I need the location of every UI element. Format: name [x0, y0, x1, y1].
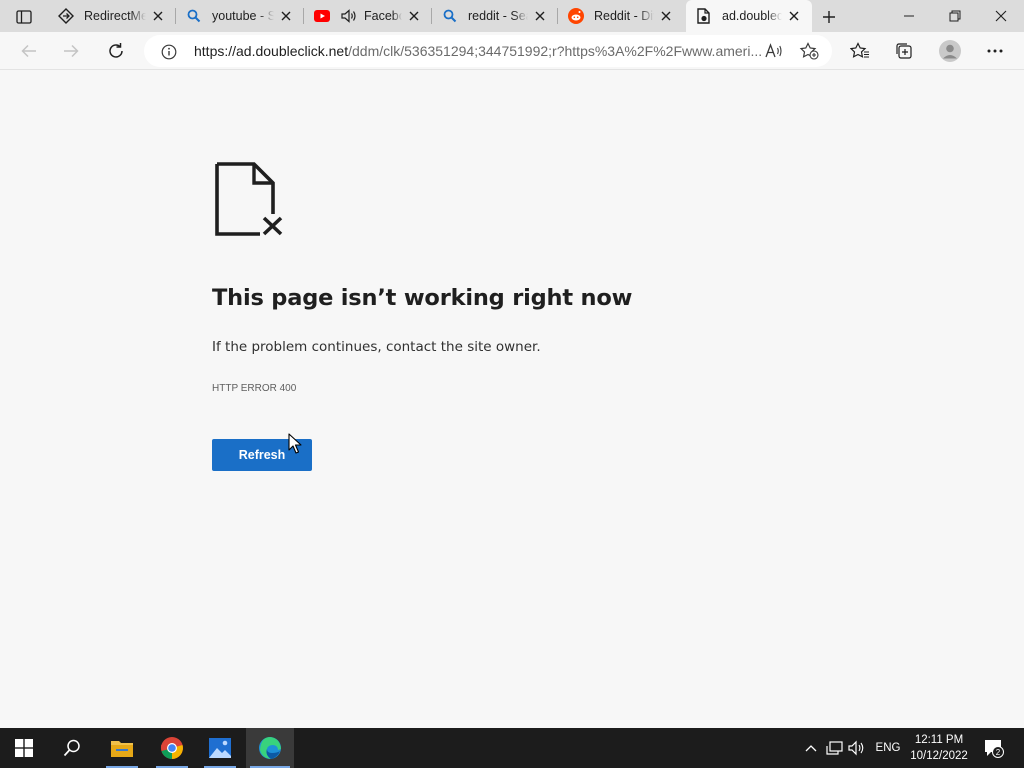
url-host: https://ad.doubleclick.net — [194, 43, 349, 59]
clock[interactable]: 12:11 PM 10/12/2022 — [904, 728, 974, 768]
file-explorer-icon[interactable] — [98, 728, 146, 768]
photos-app-icon[interactable] — [196, 728, 244, 768]
read-aloud-icon[interactable] — [764, 41, 784, 61]
tab-title: reddit - Search — [468, 9, 528, 23]
notifications-icon[interactable]: 2 — [980, 728, 1008, 768]
tab-title: ad.doubleclick.net — [722, 9, 782, 23]
show-hidden-icons-icon[interactable] — [800, 728, 822, 768]
tab-title: RedirectMe — [84, 9, 146, 23]
address-bar[interactable]: https://ad.doubleclick.net/ddm/clk/53635… — [144, 35, 832, 67]
network-icon[interactable] — [824, 728, 846, 768]
page-error-icon — [696, 8, 712, 24]
close-tab-icon[interactable] — [278, 8, 294, 24]
tab-reddit[interactable]: Reddit - Dive into anything — [558, 0, 684, 32]
close-tab-icon[interactable] — [406, 8, 422, 24]
close-window-button[interactable] — [978, 0, 1024, 32]
start-button[interactable] — [0, 728, 48, 768]
browser-toolbar: https://ad.doubleclick.net/ddm/clk/53635… — [0, 32, 1024, 70]
site-info-icon[interactable] — [160, 43, 178, 61]
page-title: This page isn’t working right now — [212, 285, 633, 311]
error-message: If the problem continues, contact the si… — [212, 339, 541, 355]
broken-page-icon — [214, 162, 286, 238]
clock-time: 12:11 PM — [914, 734, 964, 746]
search-icon — [442, 8, 458, 24]
tab-title: Reddit - Dive into anything — [594, 9, 654, 23]
edge-icon[interactable] — [246, 728, 294, 768]
restore-button[interactable] — [932, 0, 978, 32]
reddit-icon — [568, 8, 584, 24]
search-icon[interactable] — [48, 728, 96, 768]
notification-count: 2 — [996, 748, 1001, 757]
speaker-icon[interactable] — [340, 8, 358, 24]
profile-avatar[interactable] — [935, 36, 965, 66]
search-icon — [186, 8, 202, 24]
close-tab-icon[interactable] — [532, 8, 548, 24]
taskbar: ENG 12:11 PM 10/12/2022 2 — [0, 728, 1024, 768]
reload-button[interactable] — [101, 36, 131, 66]
page-content: This page isn’t working right now If the… — [0, 71, 1024, 728]
mouse-cursor-icon — [288, 433, 302, 455]
redirect-icon — [58, 8, 74, 24]
minimize-button[interactable] — [886, 0, 932, 32]
favorites-icon[interactable] — [845, 36, 875, 66]
settings-more-icon[interactable] — [980, 36, 1010, 66]
tab-reddit-search[interactable]: reddit - Search — [432, 0, 558, 32]
tab-facebook[interactable]: Facebook — [304, 0, 432, 32]
tab-doubleclick[interactable]: ad.doubleclick.net — [686, 0, 812, 32]
chrome-icon[interactable] — [148, 728, 196, 768]
close-tab-icon[interactable] — [150, 8, 166, 24]
tab-youtube-search[interactable]: youtube - Search — [176, 0, 304, 32]
collections-icon[interactable] — [889, 36, 919, 66]
new-tab-button[interactable] — [816, 6, 842, 28]
add-favorite-icon[interactable] — [798, 41, 820, 61]
clock-date: 10/12/2022 — [910, 750, 968, 762]
close-tab-icon[interactable] — [658, 8, 674, 24]
tab-actions-menu-icon[interactable] — [8, 6, 40, 28]
url-text[interactable]: https://ad.doubleclick.net/ddm/clk/53635… — [194, 43, 762, 59]
error-code: HTTP ERROR 400 — [212, 383, 297, 394]
language-indicator[interactable]: ENG — [872, 728, 904, 768]
url-path: /ddm/clk/536351294;344751992;r?https%3A%… — [348, 43, 763, 59]
close-tab-icon[interactable] — [786, 8, 802, 24]
back-button[interactable] — [14, 36, 44, 66]
volume-icon[interactable] — [846, 728, 868, 768]
tab-title: youtube - Search — [212, 9, 274, 23]
tab-title: Facebook — [364, 9, 402, 23]
youtube-icon — [314, 8, 330, 24]
tab-redirectme[interactable]: RedirectMe — [48, 0, 176, 32]
forward-button[interactable] — [56, 36, 86, 66]
tab-strip: RedirectMe youtube - Search Facebook red… — [0, 0, 1024, 32]
